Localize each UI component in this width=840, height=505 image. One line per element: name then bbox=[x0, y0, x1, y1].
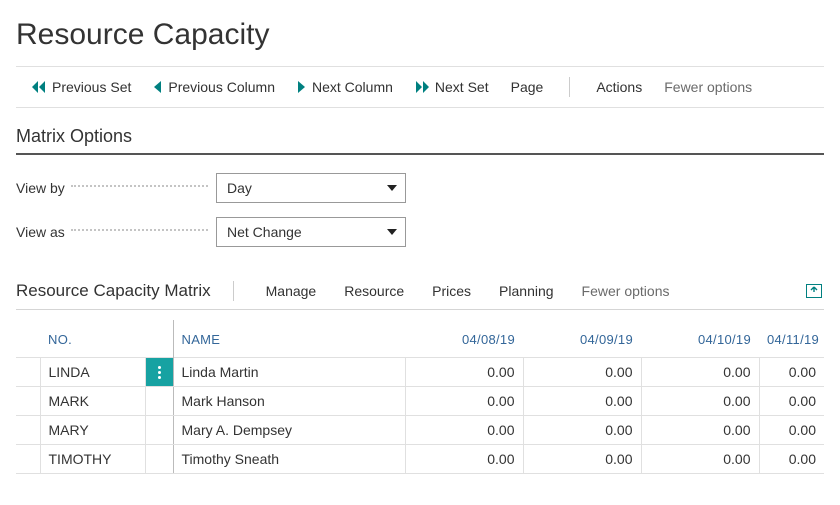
row-menu-handle[interactable] bbox=[145, 445, 173, 474]
table-header-row: NO. NAME 04/08/19 04/09/19 04/10/19 04/1… bbox=[16, 320, 824, 358]
view-by-value: Day bbox=[227, 180, 252, 196]
caret-left-icon bbox=[153, 81, 162, 93]
cell-name[interactable]: Mark Hanson bbox=[173, 387, 405, 416]
col-header-date[interactable]: 04/10/19 bbox=[641, 320, 759, 358]
fewer-options-button[interactable]: Fewer options bbox=[654, 75, 762, 99]
view-as-select[interactable]: Net Change bbox=[216, 217, 406, 247]
matrix-options-title: Matrix Options bbox=[16, 126, 824, 147]
previous-set-label: Previous Set bbox=[52, 79, 131, 95]
cell-value[interactable]: 0.00 bbox=[405, 387, 523, 416]
matrix-section-title: Resource Capacity Matrix bbox=[16, 281, 229, 301]
planning-button[interactable]: Planning bbox=[485, 279, 568, 303]
view-by-label: View by bbox=[16, 180, 216, 196]
view-as-row: View as Net Change bbox=[16, 217, 824, 247]
previous-set-button[interactable]: Previous Set bbox=[22, 75, 141, 99]
col-header-date[interactable]: 04/11/19 bbox=[759, 320, 824, 358]
cell-value[interactable]: 0.00 bbox=[405, 445, 523, 474]
actions-button[interactable]: Actions bbox=[586, 75, 652, 99]
cell-name[interactable]: Timothy Sneath bbox=[173, 445, 405, 474]
cell-value[interactable]: 0.00 bbox=[523, 387, 641, 416]
cell-value[interactable]: 0.00 bbox=[759, 416, 824, 445]
resource-button[interactable]: Resource bbox=[330, 279, 418, 303]
row-gutter bbox=[16, 445, 40, 474]
cell-value[interactable]: 0.00 bbox=[759, 358, 824, 387]
table-row[interactable]: MARYMary A. Dempsey0.000.000.000.00 bbox=[16, 416, 824, 445]
cell-no[interactable]: MARY bbox=[40, 416, 145, 445]
cell-value[interactable]: 0.00 bbox=[641, 387, 759, 416]
table-row[interactable]: LINDALinda Martin0.000.000.000.00 bbox=[16, 358, 824, 387]
previous-column-button[interactable]: Previous Column bbox=[143, 75, 285, 99]
row-gutter bbox=[16, 358, 40, 387]
actions-label: Actions bbox=[596, 79, 642, 95]
row-gutter bbox=[16, 387, 40, 416]
col-header-date[interactable]: 04/09/19 bbox=[523, 320, 641, 358]
col-header-name[interactable]: NAME bbox=[173, 320, 405, 358]
next-column-button[interactable]: Next Column bbox=[287, 75, 403, 99]
divider bbox=[16, 153, 824, 155]
caret-right-icon bbox=[297, 81, 306, 93]
col-header-date[interactable]: 04/08/19 bbox=[405, 320, 523, 358]
cell-value[interactable]: 0.00 bbox=[641, 445, 759, 474]
cell-value[interactable]: 0.00 bbox=[641, 358, 759, 387]
view-by-select[interactable]: Day bbox=[216, 173, 406, 203]
cell-value[interactable]: 0.00 bbox=[759, 387, 824, 416]
view-as-label-text: View as bbox=[16, 224, 65, 240]
dotted-leader bbox=[71, 185, 208, 187]
cell-value[interactable]: 0.00 bbox=[405, 416, 523, 445]
manage-button[interactable]: Manage bbox=[252, 279, 331, 303]
cell-no[interactable]: MARK bbox=[40, 387, 145, 416]
row-menu-handle[interactable] bbox=[145, 358, 173, 387]
cell-name[interactable]: Linda Martin bbox=[173, 358, 405, 387]
previous-column-label: Previous Column bbox=[168, 79, 275, 95]
cell-value[interactable]: 0.00 bbox=[523, 416, 641, 445]
toolbar-separator bbox=[569, 77, 570, 97]
prices-button[interactable]: Prices bbox=[418, 279, 485, 303]
cell-value[interactable]: 0.00 bbox=[759, 445, 824, 474]
cell-no[interactable]: LINDA bbox=[40, 358, 145, 387]
table-row[interactable]: MARKMark Hanson0.000.000.000.00 bbox=[16, 387, 824, 416]
view-as-value: Net Change bbox=[227, 224, 302, 240]
separator bbox=[233, 281, 234, 301]
row-gutter bbox=[16, 416, 40, 445]
expand-icon[interactable] bbox=[804, 284, 824, 298]
more-vertical-icon bbox=[158, 366, 161, 379]
fewer-options-label: Fewer options bbox=[664, 79, 752, 95]
row-menu-handle[interactable] bbox=[145, 387, 173, 416]
page-button[interactable]: Page bbox=[501, 75, 554, 99]
next-set-label: Next Set bbox=[435, 79, 489, 95]
cell-value[interactable]: 0.00 bbox=[523, 445, 641, 474]
cell-value[interactable]: 0.00 bbox=[405, 358, 523, 387]
chevron-down-icon bbox=[387, 229, 397, 235]
matrix-table-wrap: NO. NAME 04/08/19 04/09/19 04/10/19 04/1… bbox=[16, 320, 824, 474]
cell-value[interactable]: 0.00 bbox=[523, 358, 641, 387]
matrix-table: NO. NAME 04/08/19 04/09/19 04/10/19 04/1… bbox=[16, 320, 824, 474]
table-row[interactable]: TIMOTHYTimothy Sneath0.000.000.000.00 bbox=[16, 445, 824, 474]
cell-name[interactable]: Mary A. Dempsey bbox=[173, 416, 405, 445]
fast-forward-icon bbox=[415, 81, 429, 93]
page-title: Resource Capacity bbox=[16, 18, 824, 52]
rewind-icon bbox=[32, 81, 46, 93]
view-by-label-text: View by bbox=[16, 180, 65, 196]
view-by-row: View by Day bbox=[16, 173, 824, 203]
next-column-label: Next Column bbox=[312, 79, 393, 95]
cell-no[interactable]: TIMOTHY bbox=[40, 445, 145, 474]
row-menu-handle[interactable] bbox=[145, 416, 173, 445]
matrix-fewer-options-button[interactable]: Fewer options bbox=[568, 279, 684, 303]
col-header-no[interactable]: NO. bbox=[40, 320, 145, 358]
dotted-leader bbox=[71, 229, 208, 231]
cell-value[interactable]: 0.00 bbox=[641, 416, 759, 445]
page-label: Page bbox=[511, 79, 544, 95]
next-set-button[interactable]: Next Set bbox=[405, 75, 499, 99]
toolbar: Previous Set Previous Column Next Column… bbox=[16, 66, 824, 108]
chevron-down-icon bbox=[387, 185, 397, 191]
view-as-label: View as bbox=[16, 224, 216, 240]
matrix-header: Resource Capacity Matrix Manage Resource… bbox=[16, 273, 824, 310]
